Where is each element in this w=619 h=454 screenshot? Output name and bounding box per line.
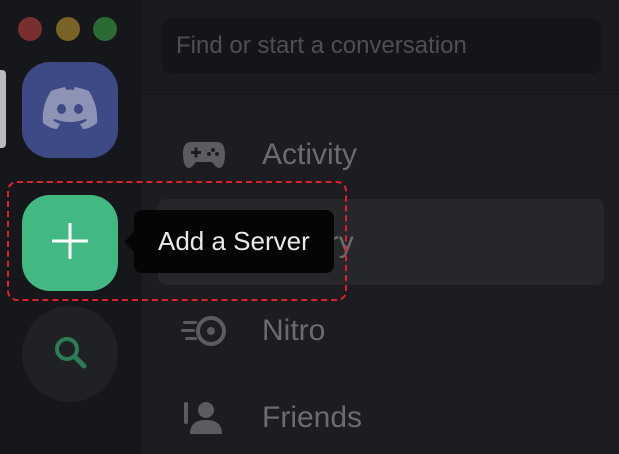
tooltip-text: Add a Server [158, 226, 310, 256]
window-minimize-button[interactable] [56, 17, 80, 41]
explore-servers-button[interactable] [22, 306, 118, 402]
nitro-icon [178, 311, 230, 351]
nav-item-label: Friends [262, 401, 363, 434]
add-server-button[interactable] [22, 195, 118, 291]
nav-item-activity[interactable]: Activity [178, 125, 357, 185]
plus-icon [50, 221, 90, 266]
add-server-tooltip: Add a Server [134, 210, 334, 273]
discord-logo-icon [42, 86, 98, 134]
nav-item-label: Nitro [262, 314, 326, 347]
gamepad-icon [178, 135, 230, 175]
conversation-search-input[interactable] [162, 18, 602, 74]
search-icon [53, 335, 87, 374]
home-server-button[interactable] [22, 62, 118, 158]
friends-icon [178, 398, 230, 438]
nav-item-nitro[interactable]: Nitro [178, 301, 325, 361]
discord-app-window: Activity Library Nitro Friends [0, 0, 619, 454]
tooltip-arrow [124, 232, 134, 252]
window-maximize-button[interactable] [93, 17, 117, 41]
selected-server-indicator [0, 70, 6, 148]
window-close-button[interactable] [18, 17, 42, 41]
nav-item-label: Activity [262, 138, 358, 171]
nav-item-friends[interactable]: Friends [178, 388, 362, 448]
